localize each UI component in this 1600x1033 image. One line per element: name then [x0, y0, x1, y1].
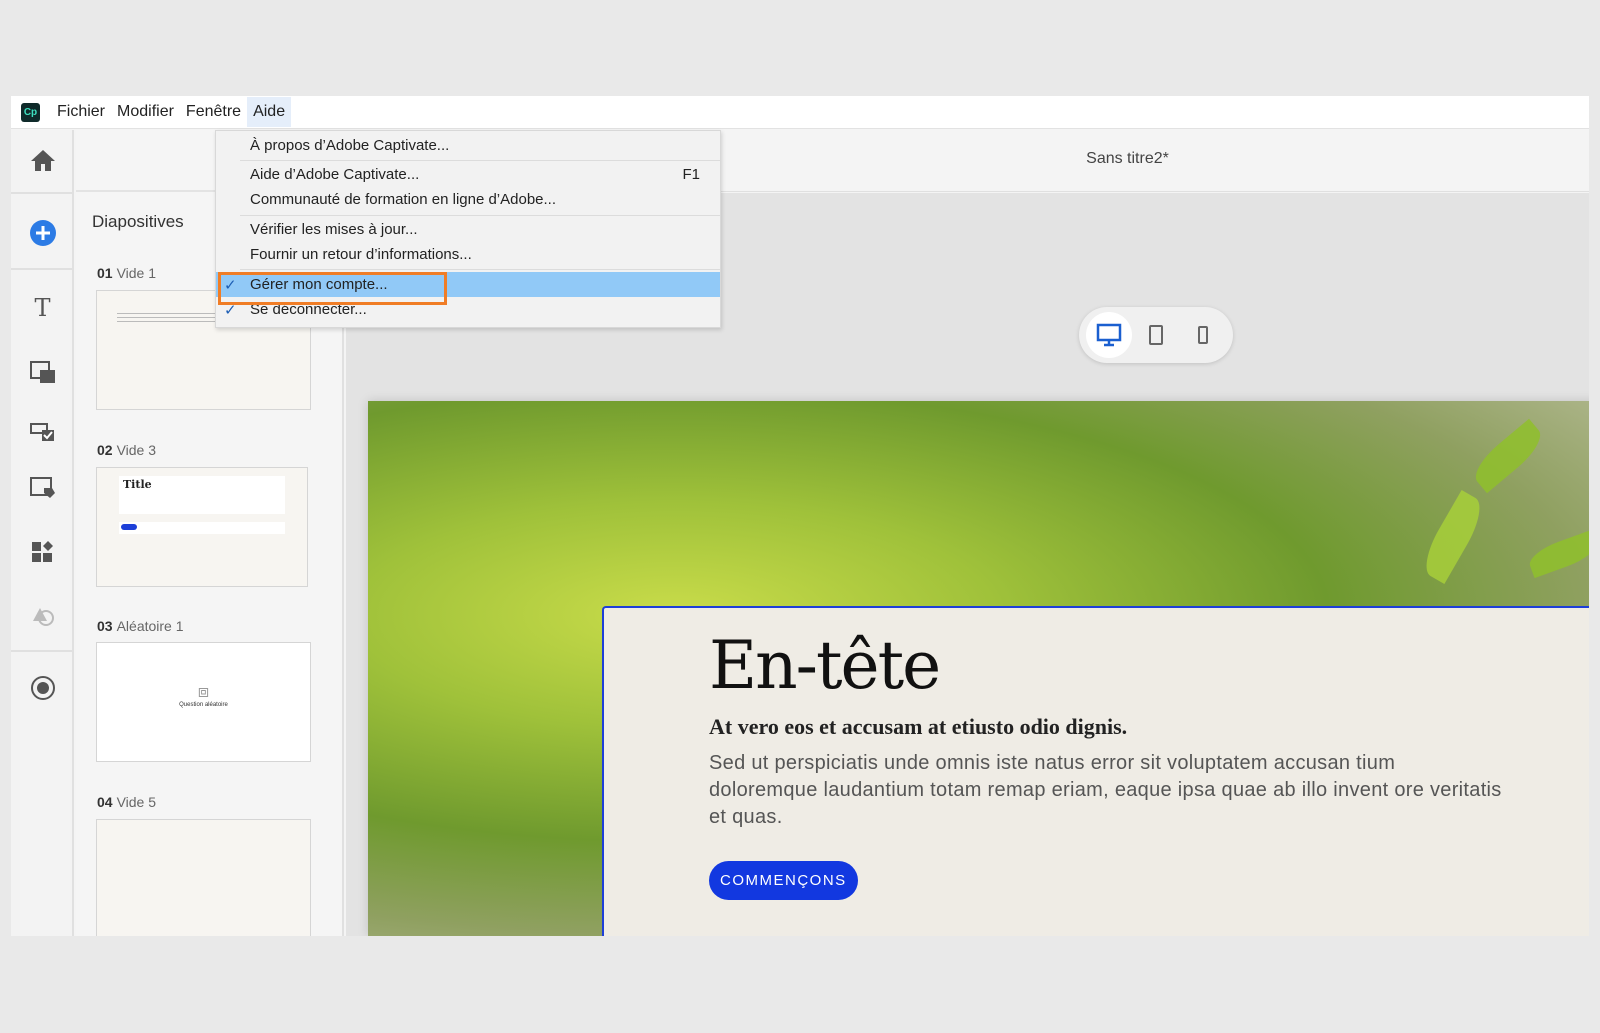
menu-bar: Cp Fichier Modifier Fenêtre Aide [11, 96, 1589, 129]
menu-item-label: Communauté de formation en ligne d’Adobe… [250, 191, 557, 208]
slide-label: 01 Vide 1 [97, 265, 156, 281]
menu-item-feedback[interactable]: Fournir un retour d’informations... [216, 242, 720, 267]
menu-separator [240, 269, 720, 270]
slide-name: Aléatoire 1 [116, 618, 184, 634]
slide-label: 02 Vide 3 [97, 442, 156, 458]
menu-shortcut: F1 [682, 166, 700, 183]
thumb-button-row [119, 522, 285, 534]
menu-fichier[interactable]: Fichier [51, 97, 111, 127]
slide-subheading: At vero eos et accusam at etiusto odio d… [709, 714, 1128, 739]
interactions-icon[interactable] [11, 476, 74, 500]
slide-name: Vide 1 [116, 265, 157, 281]
slide-number: 01 [97, 265, 113, 281]
home-icon[interactable] [11, 148, 74, 172]
menu-item-updates[interactable]: Vérifier les mises à jour... [216, 217, 720, 242]
slides-title: Diapositives [92, 212, 184, 231]
thumb-title: Question aléatoire [179, 702, 228, 708]
menu-modifier[interactable]: Modifier [111, 97, 180, 127]
slide-name: Vide 3 [116, 442, 157, 458]
captivate-logo: Cp [21, 102, 40, 122]
shapes-icon[interactable] [11, 603, 74, 627]
slide-label: 04 Vide 5 [97, 794, 156, 810]
menu-separator [240, 215, 720, 216]
tablet-view-icon[interactable] [1133, 312, 1179, 358]
slide-thumbnail[interactable]: Title [96, 467, 308, 587]
leaf-decoration [1525, 529, 1589, 579]
box-icon: ⧈ [197, 681, 210, 701]
left-toolbar: T [11, 130, 74, 936]
slide-thumbnail[interactable]: ⧈ Question aléatoire [96, 642, 311, 762]
device-toggle [1079, 307, 1233, 363]
thumb-title: Title [119, 476, 285, 514]
slide-heading: En-tête [709, 627, 941, 704]
mobile-view-icon[interactable] [1180, 312, 1226, 358]
leaf-decoration [1416, 490, 1490, 584]
text-icon[interactable]: T [11, 294, 74, 322]
menu-separator [240, 160, 720, 161]
divider [11, 650, 74, 652]
record-icon[interactable] [11, 675, 74, 701]
start-button[interactable]: COMMENÇONS [709, 861, 858, 900]
widgets-icon[interactable] [11, 540, 74, 564]
slide-body: Sed ut perspiciatis unde omnis iste natu… [709, 752, 1502, 828]
slide-number: 02 [97, 442, 113, 458]
menu-item-label: Aide d’Adobe Captivate... [250, 166, 420, 183]
desktop-view-icon[interactable] [1085, 312, 1132, 358]
menu-aide[interactable]: Aide [247, 97, 292, 127]
menu-fenetre[interactable]: Fenêtre [180, 97, 247, 127]
menu-item-community[interactable]: Communauté de formation en ligne d’Adobe… [216, 187, 720, 212]
menu-item-label: À propos d’Adobe Captivate... [250, 137, 450, 154]
callout-highlight-box [218, 272, 447, 305]
slide-label: 03 Aléatoire 1 [97, 618, 184, 634]
add-icon[interactable] [11, 219, 74, 247]
media-icon[interactable] [11, 360, 74, 384]
divider [11, 268, 74, 270]
menu-item-label: Vérifier les mises à jour... [250, 221, 418, 238]
divider [11, 192, 74, 194]
slide-number: 03 [97, 618, 113, 634]
slide-number: 04 [97, 794, 113, 810]
quiz-icon[interactable] [11, 418, 74, 442]
slide-preview[interactable]: En-tête At vero eos et accusam at etiust… [368, 401, 1589, 936]
content-card[interactable]: En-tête At vero eos et accusam at etiust… [602, 606, 1589, 936]
slide-thumbnail[interactable] [96, 819, 311, 936]
menu-item-about[interactable]: À propos d’Adobe Captivate... [216, 133, 720, 158]
leaf-decoration [1467, 418, 1549, 494]
menu-item-label: Fournir un retour d’informations... [250, 246, 472, 263]
slide-name: Vide 5 [116, 794, 157, 810]
menu-item-help[interactable]: Aide d’Adobe Captivate... F1 [216, 162, 720, 187]
